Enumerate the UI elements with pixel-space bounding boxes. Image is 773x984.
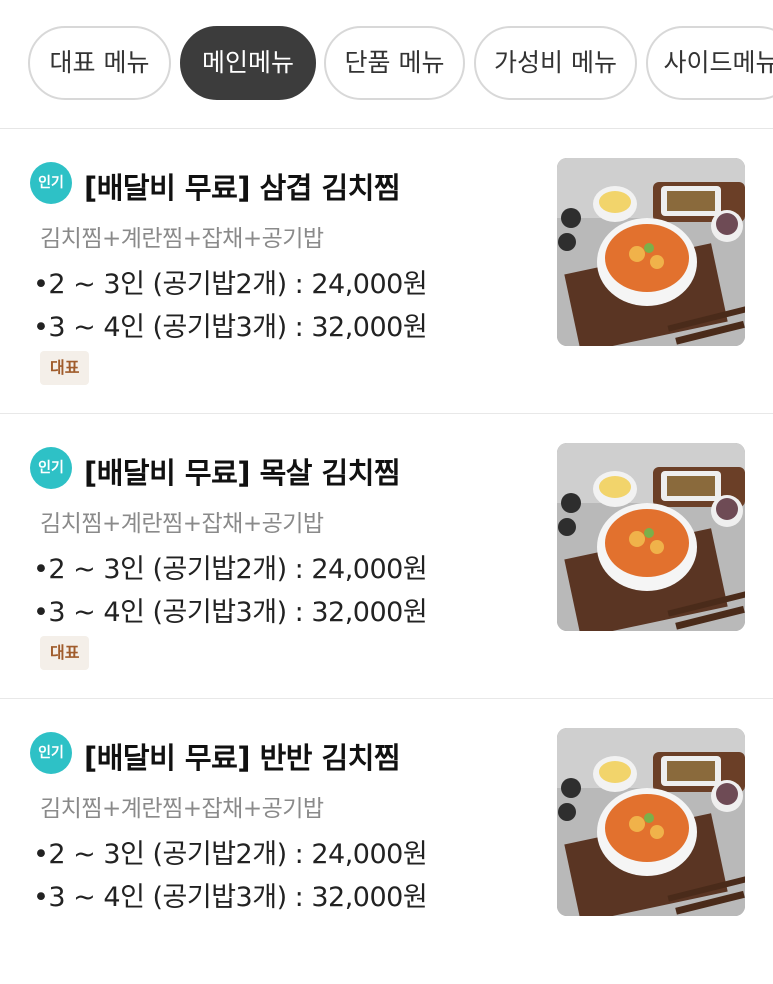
popular-badge: 인기	[30, 162, 72, 204]
food-photo	[557, 728, 745, 916]
food-photo-icon	[557, 728, 745, 916]
menu-item[interactable]: 인기 [배달비 무료] 반반 김치찜 김치찜+계란찜+잡채+공기밥 •2 ~ 3…	[0, 699, 773, 984]
menu-item-price-option: •3 ~ 4인 (공기밥3개) : 32,000원	[33, 882, 428, 913]
tab-single-menu[interactable]: 단품 메뉴	[324, 26, 465, 100]
food-photo-icon	[557, 443, 745, 631]
food-photo-icon	[557, 158, 745, 346]
menu-item-price-option: •2 ~ 3인 (공기밥2개) : 24,000원	[33, 839, 428, 870]
menu-item-description: 김치찜+계란찜+잡채+공기밥	[40, 796, 324, 822]
menu-item[interactable]: 인기 [배달비 무료] 삼겹 김치찜 김치찜+계란찜+잡채+공기밥 •2 ~ 3…	[0, 129, 773, 414]
tab-value-menu[interactable]: 가성비 메뉴	[474, 26, 637, 100]
menu-item-title: [배달비 무료] 반반 김치찜	[84, 741, 401, 775]
food-photo	[557, 443, 745, 631]
menu-item-description: 김치찜+계란찜+잡채+공기밥	[40, 511, 324, 537]
representative-tag: 대표	[40, 636, 90, 670]
menu-item-price-option: •3 ~ 4인 (공기밥3개) : 32,000원	[33, 597, 428, 628]
representative-tag: 대표	[40, 351, 90, 385]
menu-item-title: [배달비 무료] 삼겹 김치찜	[84, 171, 401, 205]
menu-item-price-option: •2 ~ 3인 (공기밥2개) : 24,000원	[33, 269, 428, 300]
popular-badge: 인기	[30, 447, 72, 489]
popular-badge: 인기	[30, 732, 72, 774]
tab-representative-menu[interactable]: 대표 메뉴	[28, 26, 171, 100]
menu-item-title: [배달비 무료] 목살 김치찜	[84, 456, 401, 490]
category-tab-bar: 대표 메뉴 메인메뉴 단품 메뉴 가성비 메뉴 사이드메뉴	[0, 0, 773, 129]
tab-main-menu[interactable]: 메인메뉴	[180, 26, 316, 100]
menu-item-price-option: •3 ~ 4인 (공기밥3개) : 32,000원	[33, 312, 428, 343]
menu-item-description: 김치찜+계란찜+잡채+공기밥	[40, 226, 324, 252]
menu-item[interactable]: 인기 [배달비 무료] 목살 김치찜 김치찜+계란찜+잡채+공기밥 •2 ~ 3…	[0, 414, 773, 699]
menu-item-price-option: •2 ~ 3인 (공기밥2개) : 24,000원	[33, 554, 428, 585]
tab-side-menu[interactable]: 사이드메뉴	[646, 26, 773, 100]
food-photo	[557, 158, 745, 346]
